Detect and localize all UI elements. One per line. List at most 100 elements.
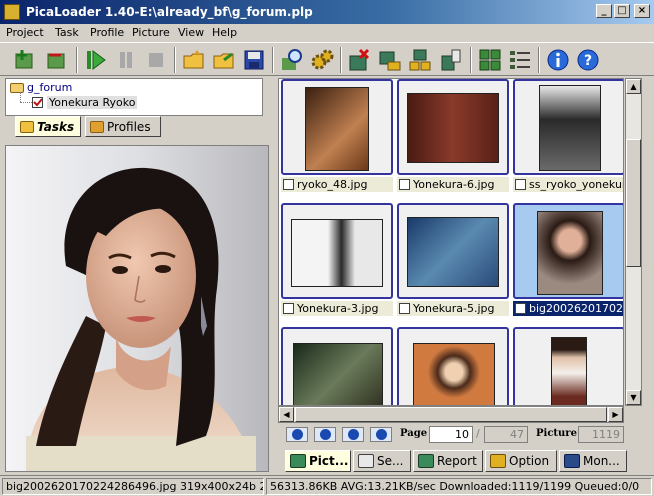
thumbnail-image[interactable]	[407, 217, 499, 287]
thumbnail-checkbox[interactable]	[515, 179, 526, 190]
preview-photo	[6, 146, 268, 471]
tab-option[interactable]: Option	[485, 450, 557, 472]
tab-report-label: Report	[437, 454, 477, 468]
thumbnail-image[interactable]	[537, 211, 603, 295]
task-checkbox[interactable]	[32, 97, 43, 108]
download-multiple-icon[interactable]	[406, 46, 434, 74]
thumbnail-cell[interactable]: Yonekura-5.jpg	[397, 203, 509, 321]
bottom-tabs: Pict... Se... Report Option Mon...	[285, 450, 645, 472]
prev-page-button[interactable]	[314, 427, 336, 442]
menu-bar: Project Task Profile Picture View Help	[0, 24, 654, 42]
thumbnail-caption: ryoko_48.jpg	[297, 178, 368, 191]
page-label: Page	[400, 428, 428, 439]
help-icon[interactable]: ?	[574, 46, 602, 74]
tab-pictures[interactable]: Pict...	[285, 450, 351, 472]
folder-icon	[10, 82, 24, 93]
thumbnail-checkbox[interactable]	[399, 179, 410, 190]
thumbnail-checkbox[interactable]	[283, 303, 294, 314]
download-picture-icon[interactable]	[376, 46, 404, 74]
thumbnail-cell[interactable]	[281, 327, 393, 405]
thumbnail-view-icon[interactable]	[476, 46, 504, 74]
thumbnail-image[interactable]	[293, 343, 383, 405]
toolbar: ?	[0, 42, 654, 76]
menu-picture[interactable]: Picture	[132, 26, 170, 39]
thumbnail-image[interactable]	[539, 85, 601, 171]
open-folder-icon[interactable]	[180, 46, 208, 74]
tab-pictures-label: Pict...	[309, 454, 349, 468]
menu-task[interactable]: Task	[55, 26, 79, 39]
save-icon[interactable]	[240, 46, 268, 74]
thumbnail-checkbox[interactable]	[515, 303, 526, 314]
thumbnail-cell-selected[interactable]: big2002620170224	[513, 203, 623, 321]
tasks-folder-icon	[20, 120, 34, 133]
menu-help[interactable]: Help	[212, 26, 237, 39]
thumbnail-grid: ryoko_48.jpg Yonekura-6.jpg ss_ryoko_yon…	[278, 78, 624, 406]
first-page-button[interactable]	[286, 427, 308, 442]
window-title: PicaLoader 1.40-E:\already_bf\g_forum.pl…	[26, 5, 313, 19]
thumbnail-image[interactable]	[413, 343, 495, 405]
left-tabs: Tasks Profiles	[15, 116, 265, 138]
thumbnail-image[interactable]	[291, 219, 383, 287]
scroll-up-button[interactable]: ▲	[626, 79, 641, 94]
status-bar: big20026201702242864​96.jpg 319x400x24b …	[0, 475, 654, 496]
thumbnail-cell[interactable]: ss_ryoko_yonekura	[513, 79, 623, 197]
add-task-icon[interactable]	[10, 46, 38, 74]
info-icon[interactable]	[544, 46, 572, 74]
scroll-right-button[interactable]: ▶	[608, 407, 623, 422]
tab-monitor[interactable]: Mon...	[559, 450, 627, 472]
profiles-folder-icon	[90, 120, 104, 133]
delete-picture-icon[interactable]	[346, 46, 374, 74]
last-page-button[interactable]	[370, 427, 392, 442]
scroll-down-button[interactable]: ▼	[626, 390, 641, 405]
title-bar: PicaLoader 1.40-E:\already_bf\g_forum.pl…	[0, 0, 654, 24]
project-tree: g_forum Yonekura Ryoko	[5, 78, 263, 116]
menu-profile[interactable]: Profile	[90, 26, 124, 39]
thumbnail-cell[interactable]: Yonekura-6.jpg	[397, 79, 509, 197]
thumbnail-cell[interactable]: Yonekura-3.jpg	[281, 203, 393, 321]
settings-gear-icon[interactable]	[308, 46, 336, 74]
picture-label: Picture	[536, 428, 577, 439]
tab-tasks-label: Tasks	[37, 119, 75, 134]
list-view-icon[interactable]	[506, 46, 534, 74]
thumbnail-cell[interactable]	[397, 327, 509, 405]
page-total: 47	[484, 426, 528, 443]
next-page-button[interactable]	[342, 427, 364, 442]
search-icon[interactable]	[278, 46, 306, 74]
thumbnail-image[interactable]	[305, 87, 369, 171]
scroll-thumb-horizontal[interactable]	[295, 407, 607, 422]
tree-task-item[interactable]: Yonekura Ryoko	[32, 96, 138, 109]
status-download-stats: 56313.86KB AVG:13.21KB/sec Downloaded:11…	[266, 478, 652, 495]
thumbnail-cell[interactable]: ryoko_48.jpg	[281, 79, 393, 197]
report-icon	[418, 454, 434, 468]
menu-project[interactable]: Project	[6, 26, 44, 39]
thumbnail-caption: Yonekura-3.jpg	[297, 302, 379, 315]
svg-text:?: ?	[584, 53, 592, 69]
thumbnail-cell[interactable]	[513, 327, 623, 405]
minimize-button[interactable]: _	[596, 4, 612, 18]
thumbnail-checkbox[interactable]	[399, 303, 410, 314]
option-gear-icon	[490, 454, 506, 468]
maximize-button[interactable]: □	[614, 4, 630, 18]
thumbnail-image[interactable]	[407, 93, 499, 163]
pause-icon[interactable]	[112, 46, 140, 74]
tab-tasks[interactable]: Tasks	[15, 116, 81, 137]
remove-task-icon[interactable]	[42, 46, 70, 74]
thumbnail-image[interactable]	[551, 337, 587, 405]
save-as-icon[interactable]	[210, 46, 238, 74]
page-navigator: Page 10 / 47 Picture 1119	[278, 424, 642, 446]
tab-search[interactable]: Se...	[353, 450, 411, 472]
grid-horizontal-scrollbar[interactable]: ◀ ▶	[278, 406, 624, 423]
properties-icon[interactable]	[436, 46, 464, 74]
grid-vertical-scrollbar[interactable]: ▲ ▼	[625, 78, 642, 406]
thumbnail-caption: Yonekura-5.jpg	[413, 302, 495, 315]
scroll-left-button[interactable]: ◀	[279, 407, 294, 422]
scroll-thumb[interactable]	[626, 139, 641, 267]
start-icon[interactable]	[82, 46, 110, 74]
close-button[interactable]: ×	[634, 4, 650, 18]
thumbnail-checkbox[interactable]	[283, 179, 294, 190]
tab-report[interactable]: Report	[413, 450, 483, 472]
tab-profiles[interactable]: Profiles	[85, 116, 161, 137]
page-number-input[interactable]: 10	[429, 426, 473, 443]
stop-icon[interactable]	[142, 46, 170, 74]
menu-view[interactable]: View	[178, 26, 204, 39]
